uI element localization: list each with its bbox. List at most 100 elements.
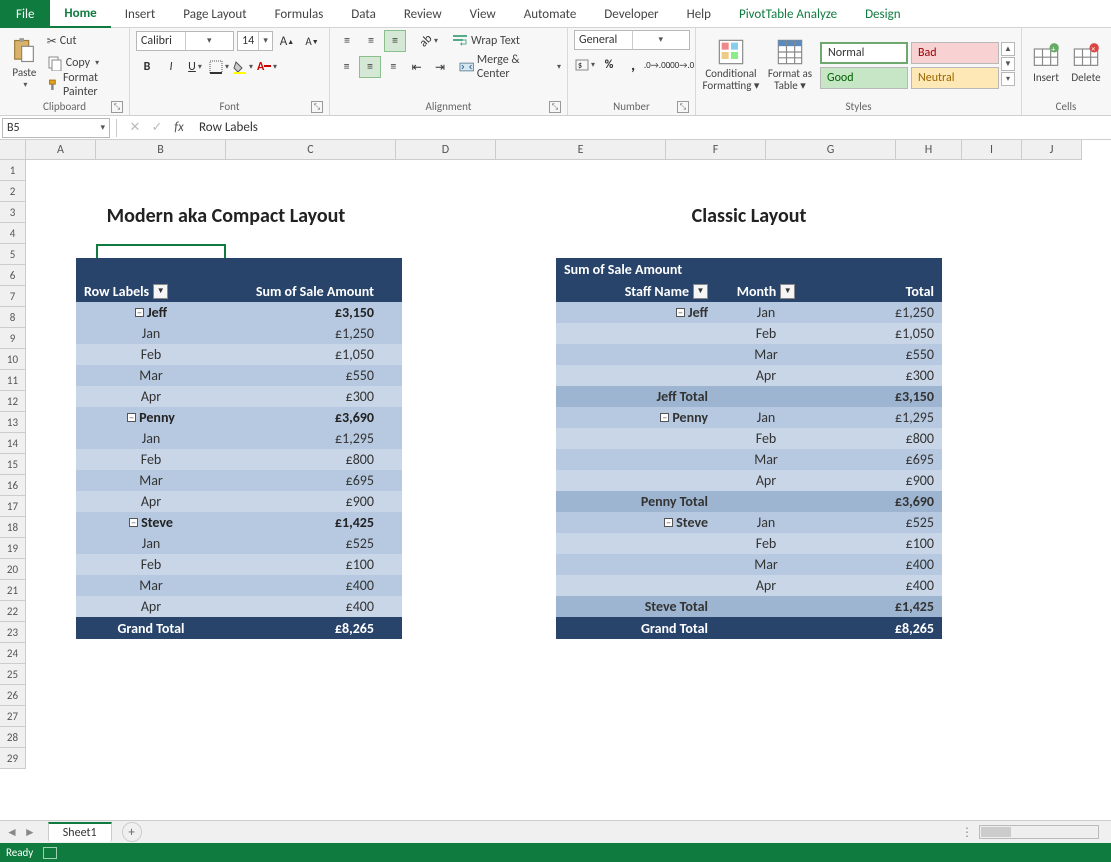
wrap-text-button[interactable]: Wrap Text	[452, 30, 520, 52]
italic-button[interactable]: I	[160, 56, 182, 78]
col-header-F[interactable]: F	[666, 140, 766, 160]
month-filter-icon[interactable]: ▼	[780, 284, 795, 299]
rowlabels-filter-icon[interactable]: ▼	[153, 284, 168, 299]
row-labels-header[interactable]: Row Labels ▼	[76, 283, 226, 300]
bold-button[interactable]: B	[136, 56, 158, 78]
column-headers[interactable]: ABCDEFGHIJ	[26, 140, 1082, 160]
fill-color-button[interactable]: ▾	[232, 56, 254, 78]
tab-automate[interactable]: Automate	[510, 0, 591, 28]
row-header-19[interactable]: 19	[0, 538, 26, 559]
row-header-15[interactable]: 15	[0, 454, 26, 475]
cell-styles-gallery[interactable]: Normal Bad Good Neutral	[820, 42, 999, 89]
row-header-4[interactable]: 4	[0, 223, 26, 244]
border-button[interactable]: ▾	[208, 56, 230, 78]
col-header-E[interactable]: E	[496, 140, 666, 160]
row-header-8[interactable]: 8	[0, 307, 26, 328]
collapse-icon[interactable]: −	[676, 308, 685, 317]
align-right-icon[interactable]: ≡	[383, 56, 404, 78]
tab-help[interactable]: Help	[673, 0, 725, 28]
tab-page-layout[interactable]: Page Layout	[169, 0, 260, 28]
style-neutral[interactable]: Neutral	[911, 67, 999, 89]
select-all-corner[interactable]	[0, 140, 26, 160]
tab-home[interactable]: Home	[50, 0, 110, 28]
col-header-I[interactable]: I	[962, 140, 1022, 160]
fx-icon[interactable]: fx	[169, 120, 189, 135]
increase-font-icon[interactable]: A▲	[276, 30, 298, 52]
percent-format-icon[interactable]: %	[598, 54, 620, 76]
conditional-formatting-button[interactable]: ConditionalFormatting ▾	[702, 32, 760, 98]
row-header-23[interactable]: 23	[0, 622, 26, 643]
collapse-icon[interactable]: −	[127, 413, 136, 422]
col-header-C[interactable]: C	[226, 140, 396, 160]
col-header-J[interactable]: J	[1022, 140, 1082, 160]
row-header-22[interactable]: 22	[0, 601, 26, 622]
group-Jeff[interactable]: −Jeff	[556, 304, 716, 321]
col-header-D[interactable]: D	[396, 140, 496, 160]
align-center-icon[interactable]: ≡	[359, 56, 380, 78]
row-header-11[interactable]: 11	[0, 370, 26, 391]
tab-view[interactable]: View	[456, 0, 510, 28]
insert-cells-button[interactable]: + Insert	[1028, 30, 1064, 96]
row-header-27[interactable]: 27	[0, 706, 26, 727]
group-Penny[interactable]: −Penny	[76, 409, 226, 426]
tab-design[interactable]: Design	[851, 0, 914, 28]
row-header-16[interactable]: 16	[0, 475, 26, 496]
name-box[interactable]: B5▾	[2, 118, 110, 138]
staff-filter-icon[interactable]: ▼	[693, 284, 708, 299]
row-header-25[interactable]: 25	[0, 664, 26, 685]
tab-data[interactable]: Data	[337, 0, 390, 28]
alignment-launcher[interactable]: ⤡	[549, 101, 561, 113]
row-headers[interactable]: 1234567891011121314151617181920212223242…	[0, 160, 26, 832]
row-header-24[interactable]: 24	[0, 643, 26, 664]
collapse-icon[interactable]: −	[660, 413, 669, 422]
macro-record-icon[interactable]	[43, 847, 57, 859]
enter-formula-icon[interactable]: ✓	[147, 120, 167, 135]
accounting-format-icon[interactable]: $▾	[574, 54, 596, 76]
tab-formulas[interactable]: Formulas	[261, 0, 338, 28]
delete-cells-button[interactable]: × Delete	[1068, 30, 1104, 96]
sheet-tab-sheet1[interactable]: Sheet1	[48, 822, 112, 842]
number-format-combo[interactable]: General▾	[574, 30, 690, 50]
format-as-table-button[interactable]: Format asTable ▾	[764, 32, 816, 98]
collapse-icon[interactable]: −	[664, 518, 673, 527]
formula-input[interactable]: Row Labels	[193, 117, 1111, 139]
font-size-combo[interactable]: 14▾	[237, 31, 273, 51]
align-left-icon[interactable]: ≡	[336, 56, 357, 78]
row-header-12[interactable]: 12	[0, 391, 26, 412]
group-Steve[interactable]: −Steve	[76, 514, 226, 531]
font-launcher[interactable]: ⤡	[311, 101, 323, 113]
row-header-2[interactable]: 2	[0, 181, 26, 202]
style-good[interactable]: Good	[820, 67, 908, 89]
sheet-nav-next-icon[interactable]: ►	[24, 825, 36, 840]
style-normal[interactable]: Normal	[820, 42, 908, 64]
number-launcher[interactable]: ⤡	[677, 101, 689, 113]
row-header-21[interactable]: 21	[0, 580, 26, 601]
decrease-font-icon[interactable]: A▼	[301, 30, 323, 52]
format-painter-button[interactable]: Format Painter	[47, 74, 123, 96]
row-header-20[interactable]: 20	[0, 559, 26, 580]
font-color-button[interactable]: A▾	[256, 56, 278, 78]
col-header-A[interactable]: A	[26, 140, 96, 160]
sheet-nav-prev-icon[interactable]: ◄	[6, 825, 18, 840]
row-header-6[interactable]: 6	[0, 265, 26, 286]
row-header-10[interactable]: 10	[0, 349, 26, 370]
row-header-13[interactable]: 13	[0, 412, 26, 433]
tab-file[interactable]: File	[0, 0, 50, 28]
tab-developer[interactable]: Developer	[590, 0, 672, 28]
row-header-9[interactable]: 9	[0, 328, 26, 349]
row-header-29[interactable]: 29	[0, 748, 26, 769]
horizontal-scrollbar[interactable]	[979, 825, 1099, 839]
row-header-14[interactable]: 14	[0, 433, 26, 454]
merge-center-button[interactable]: Merge & Center▾	[459, 56, 561, 78]
cut-button[interactable]: ✂Cut	[47, 30, 123, 52]
month-header[interactable]: Month ▼	[716, 283, 816, 300]
orientation-icon[interactable]: ab▾	[418, 30, 440, 52]
tab-insert[interactable]: Insert	[111, 0, 170, 28]
gallery-more-icon[interactable]: ▾	[1001, 72, 1015, 86]
row-header-18[interactable]: 18	[0, 517, 26, 538]
group-Penny[interactable]: −Penny	[556, 409, 716, 426]
collapse-icon[interactable]: −	[135, 308, 144, 317]
row-header-17[interactable]: 17	[0, 496, 26, 517]
clipboard-launcher[interactable]: ⤡	[111, 101, 123, 113]
tab-review[interactable]: Review	[390, 0, 456, 28]
